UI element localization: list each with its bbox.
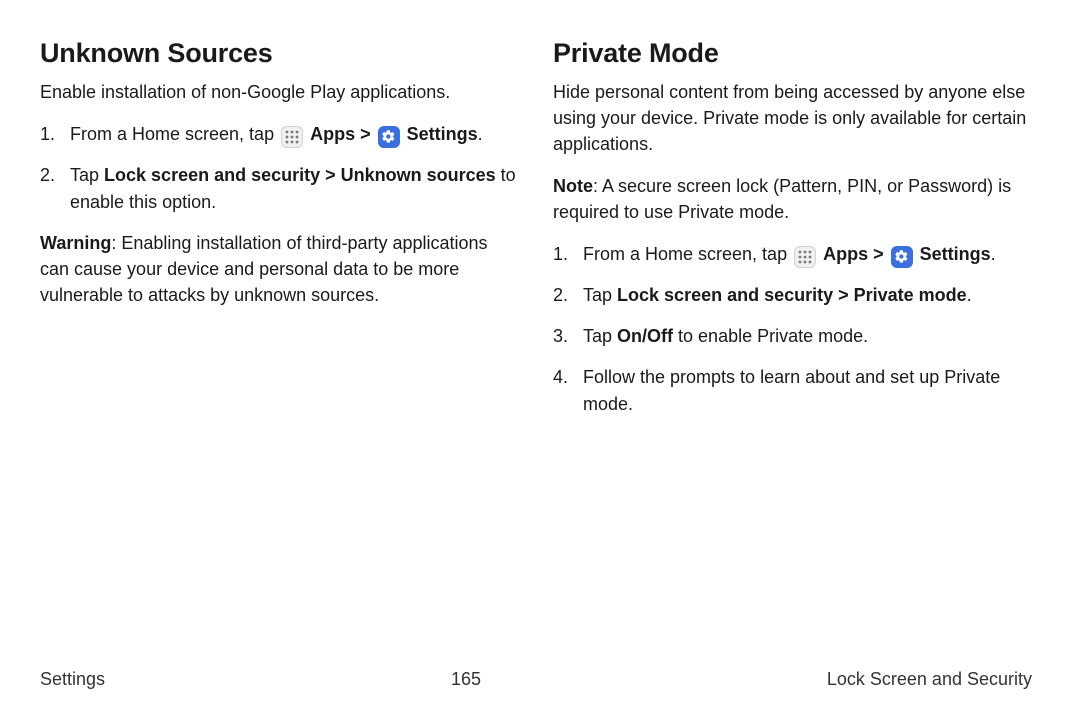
page-footer: Settings 165 Lock Screen and Security: [40, 669, 1032, 690]
footer-left: Settings: [40, 669, 105, 690]
step-3-a: Tap: [583, 326, 617, 346]
settings-icon: [378, 126, 400, 148]
step-3-b: to enable Private mode.: [673, 326, 868, 346]
step-2-a: Tap: [70, 165, 104, 185]
private-mode-note: Note: A secure screen lock (Pattern, PIN…: [553, 173, 1032, 225]
step-2-bold: Lock screen and security > Unknown sourc…: [104, 165, 496, 185]
apps-label: Apps: [310, 124, 355, 144]
breadcrumb-sep: >: [355, 124, 376, 144]
breadcrumb-sep: >: [868, 244, 889, 264]
step-2-a: Tap: [583, 285, 617, 305]
warning-label: Warning: [40, 233, 111, 253]
step-1: From a Home screen, tap Apps >: [553, 241, 1032, 268]
note-label: Note: [553, 176, 593, 196]
period: .: [991, 244, 996, 264]
apps-icon: [794, 246, 816, 268]
settings-label: Settings: [920, 244, 991, 264]
step-4: Follow the prompts to learn about and se…: [553, 364, 1032, 418]
step-2: Tap Lock screen and security > Unknown s…: [40, 162, 519, 216]
step-3: Tap On/Off to enable Private mode.: [553, 323, 1032, 350]
period: .: [478, 124, 483, 144]
step-2: Tap Lock screen and security > Private m…: [553, 282, 1032, 309]
step-2-bold: Lock screen and security > Private mode: [617, 285, 967, 305]
unknown-sources-intro: Enable installation of non-Google Play a…: [40, 79, 519, 105]
private-mode-steps: From a Home screen, tap Apps >: [553, 241, 1032, 418]
step-2-b: .: [967, 285, 972, 305]
step-3-bold: On/Off: [617, 326, 673, 346]
manual-page: Unknown Sources Enable installation of n…: [0, 0, 1080, 720]
right-column: Private Mode Hide personal content from …: [553, 38, 1032, 432]
step-1-text: From a Home screen, tap: [583, 244, 792, 264]
step-1-text: From a Home screen, tap: [70, 124, 279, 144]
left-column: Unknown Sources Enable installation of n…: [40, 38, 519, 432]
page-number: 165: [451, 669, 481, 690]
unknown-sources-steps: From a Home screen, tap Apps >: [40, 121, 519, 216]
step-4-text: Follow the prompts to learn about and se…: [583, 367, 1000, 414]
note-body: : A secure screen lock (Pattern, PIN, or…: [553, 176, 1011, 222]
settings-label: Settings: [407, 124, 478, 144]
private-mode-intro: Hide personal content from being accesse…: [553, 79, 1032, 157]
unknown-sources-heading: Unknown Sources: [40, 38, 519, 69]
warning-paragraph: Warning: Enabling installation of third-…: [40, 230, 519, 308]
step-1: From a Home screen, tap Apps >: [40, 121, 519, 148]
private-mode-heading: Private Mode: [553, 38, 1032, 69]
two-column-layout: Unknown Sources Enable installation of n…: [40, 38, 1032, 432]
settings-icon: [891, 246, 913, 268]
apps-label: Apps: [823, 244, 868, 264]
apps-icon: [281, 126, 303, 148]
footer-right: Lock Screen and Security: [827, 669, 1032, 690]
